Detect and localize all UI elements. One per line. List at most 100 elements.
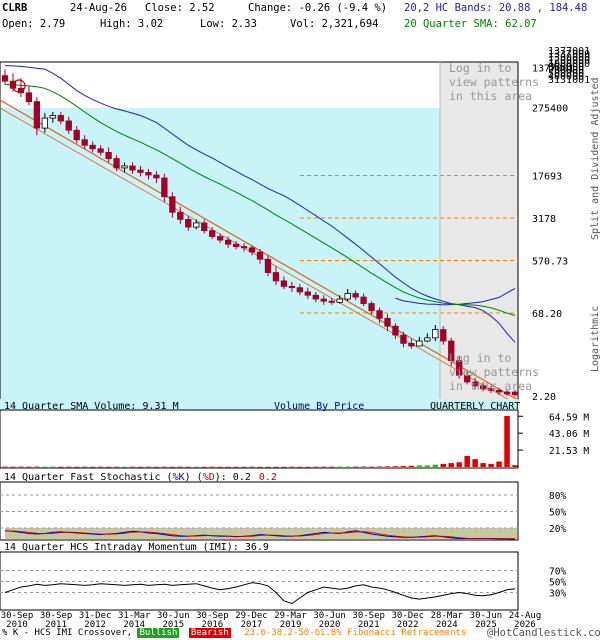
volume-bar bbox=[169, 466, 176, 468]
candle-body bbox=[33, 101, 41, 129]
momentum-tick-label: 50% bbox=[549, 578, 566, 589]
candle-body bbox=[25, 92, 33, 103]
login-text-bottom-1: Log in to bbox=[449, 351, 511, 365]
candle-body bbox=[169, 196, 176, 213]
candle-body bbox=[161, 177, 168, 198]
candle-body bbox=[328, 300, 335, 303]
candle-body bbox=[384, 317, 391, 327]
candle-body bbox=[145, 172, 152, 176]
volume-bar bbox=[113, 466, 120, 468]
volume-bar bbox=[424, 465, 431, 467]
volume-bar bbox=[352, 466, 359, 468]
price-tick-label: 570.73 bbox=[532, 256, 568, 267]
login-text-top-1: Log in to bbox=[449, 61, 511, 75]
volume-y-axis: 64.59 M 43.06 M 21.53 M bbox=[518, 412, 589, 457]
volume-bar bbox=[512, 465, 518, 467]
volume-bar bbox=[81, 466, 88, 468]
volume-bar bbox=[217, 466, 223, 468]
price-tick-label: 17693 bbox=[532, 171, 562, 182]
volume-bar bbox=[121, 466, 128, 468]
volume-bar bbox=[153, 466, 160, 468]
candle-body bbox=[81, 139, 88, 146]
volume-bars bbox=[2, 415, 518, 468]
volume-bar bbox=[384, 466, 391, 467]
candle-body bbox=[201, 222, 208, 232]
price-panel: 1377001275400176933178570.7368.202.20137… bbox=[0, 46, 600, 412]
candle-body bbox=[57, 115, 64, 122]
candle-body bbox=[217, 236, 224, 241]
candle-body bbox=[392, 325, 399, 336]
candle-body bbox=[89, 144, 96, 150]
candle-body bbox=[416, 340, 423, 347]
momentum-grid: 70%50%30% bbox=[0, 567, 566, 600]
candle-body bbox=[304, 291, 311, 296]
volume-bar bbox=[344, 466, 351, 468]
volume-bar bbox=[58, 466, 64, 468]
volume-bar bbox=[145, 466, 152, 468]
candle-body bbox=[400, 334, 407, 344]
volume-bar bbox=[408, 465, 415, 467]
volume-bar bbox=[305, 466, 311, 468]
candle-body bbox=[264, 258, 272, 273]
candle-body bbox=[185, 218, 192, 228]
candle-body bbox=[137, 169, 144, 173]
quarterly-chart: 1377001275400176933178570.7368.202.20137… bbox=[0, 46, 600, 630]
candle-body bbox=[376, 310, 383, 319]
candle-body bbox=[73, 129, 80, 141]
momentum-tick-label: 30% bbox=[549, 589, 566, 600]
candle-body bbox=[296, 287, 303, 293]
volume-bar bbox=[105, 466, 112, 468]
bullish-badge: Bullish bbox=[137, 628, 180, 638]
volume-bar bbox=[161, 466, 168, 468]
volume-bar bbox=[177, 466, 184, 468]
candle-body bbox=[129, 165, 136, 171]
candle-body bbox=[113, 158, 120, 169]
volume-bar bbox=[336, 466, 343, 468]
candle-body bbox=[360, 296, 367, 304]
candle-body bbox=[41, 117, 48, 129]
volume-bar bbox=[185, 466, 192, 468]
momentum-tick-label: 70% bbox=[549, 567, 566, 578]
price-tick-label-stacked: 3131001 bbox=[548, 75, 590, 86]
candle-body bbox=[1, 75, 9, 82]
volume-panel-frame bbox=[0, 409, 519, 469]
candle-body bbox=[177, 211, 184, 220]
volume-bar bbox=[281, 466, 287, 468]
volume-bar bbox=[448, 463, 454, 467]
candle-body bbox=[344, 293, 351, 300]
candle-body bbox=[224, 239, 232, 245]
volume-bar bbox=[273, 466, 279, 468]
candle-body bbox=[256, 251, 264, 260]
candle-body bbox=[49, 115, 56, 119]
candle-body bbox=[193, 222, 200, 228]
volume-bar bbox=[464, 456, 470, 467]
candle-body bbox=[248, 247, 256, 253]
price-tick-label: 3178 bbox=[532, 214, 556, 225]
volume-bar bbox=[26, 466, 32, 468]
volume-bar bbox=[416, 465, 423, 467]
volume-bar bbox=[472, 459, 478, 467]
candle-body bbox=[153, 174, 160, 179]
candle-body bbox=[312, 294, 319, 300]
candle-body bbox=[280, 280, 288, 287]
volume-bar bbox=[18, 466, 24, 468]
login-text-top-3: in this area bbox=[449, 89, 532, 103]
bearish-badge: Bearish bbox=[188, 628, 231, 638]
volume-bar bbox=[496, 461, 502, 467]
volume-bar bbox=[392, 466, 399, 467]
volume-panel: 64.59 M 43.06 M 21.53 M bbox=[0, 409, 589, 469]
price-y-axis: 1377001275400176933178570.7368.202.20137… bbox=[532, 46, 590, 403]
volume-bar bbox=[432, 464, 439, 467]
candle-body bbox=[121, 165, 128, 169]
volume-bar bbox=[313, 466, 319, 468]
candle-body bbox=[320, 298, 327, 302]
volume-bar bbox=[137, 466, 144, 468]
volume-bar bbox=[233, 466, 239, 468]
candle-body bbox=[408, 342, 415, 347]
volume-tick-label: 43.06 M bbox=[549, 429, 589, 440]
volume-bar bbox=[129, 466, 136, 468]
candle-body bbox=[240, 246, 248, 249]
volume-bar bbox=[50, 466, 56, 468]
price-tick-label: 275400 bbox=[532, 104, 568, 115]
volume-bar bbox=[328, 466, 335, 468]
